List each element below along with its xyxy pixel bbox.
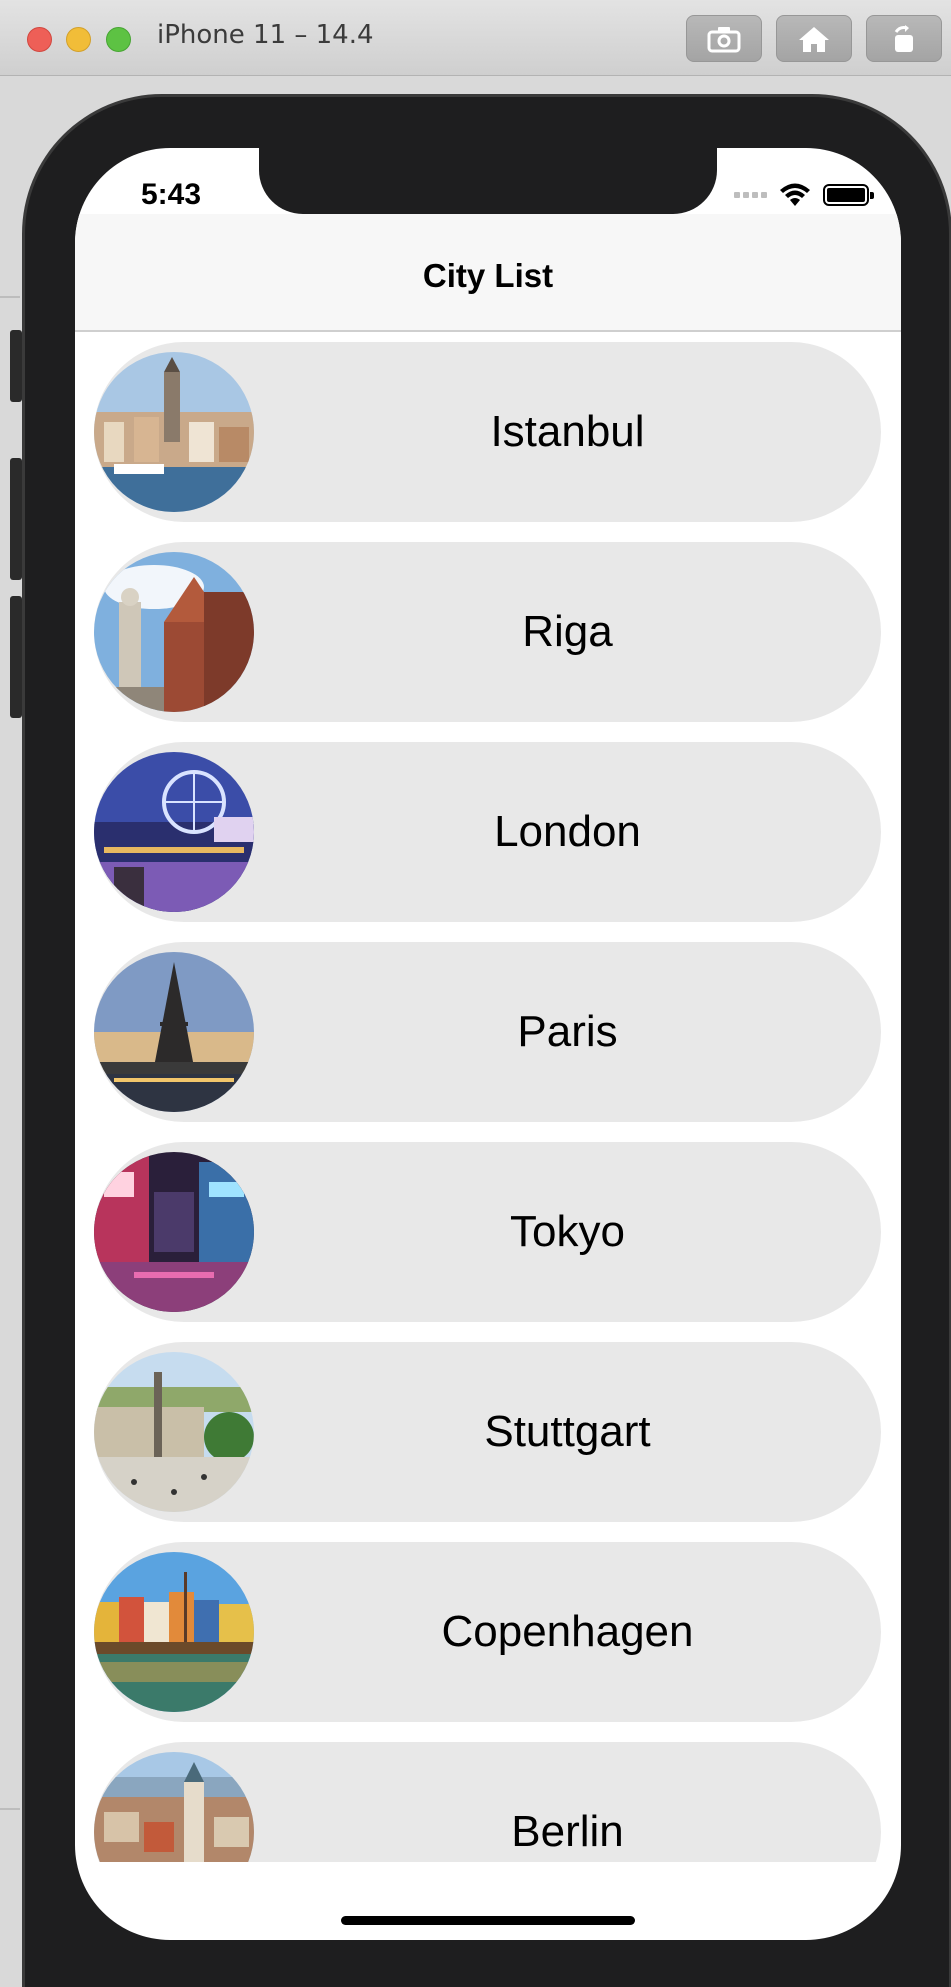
simulator-titlebar: iPhone 11 – 14.4 (0, 0, 951, 76)
berlin-photo (94, 1752, 254, 1862)
city-name: Stuttgart (484, 1407, 651, 1456)
status-time: 5:43 (141, 178, 202, 211)
home-button[interactable] (776, 15, 852, 62)
city-row-paris[interactable]: Paris (94, 942, 881, 1122)
london-photo (94, 752, 254, 912)
stuttgart-photo (94, 1352, 254, 1512)
close-window-button[interactable] (27, 27, 52, 52)
copenhagen-photo (94, 1552, 254, 1712)
city-row-stuttgart[interactable]: Stuttgart (94, 1342, 881, 1522)
rotate-icon (894, 24, 913, 52)
screenshot-button[interactable] (686, 15, 762, 62)
city-name: London (494, 807, 641, 856)
riga-photo (94, 552, 254, 712)
city-name: Paris (517, 1007, 618, 1056)
paris-photo (94, 952, 254, 1112)
cellular-signal-icon (734, 192, 767, 198)
city-row-copenhagen[interactable]: Copenhagen (94, 1542, 881, 1722)
city-row-london[interactable]: London (94, 742, 881, 922)
city-name: Riga (522, 607, 613, 656)
zoom-window-button[interactable] (106, 27, 131, 52)
city-row-istanbul[interactable]: Istanbul (94, 342, 881, 522)
city-name: Tokyo (510, 1207, 625, 1256)
city-row-riga[interactable]: Riga (94, 542, 881, 722)
camera-icon (707, 26, 741, 52)
volume-up-button (10, 458, 22, 580)
silent-switch (10, 330, 22, 402)
city-name: Berlin (511, 1807, 624, 1856)
city-name: Istanbul (490, 407, 645, 456)
istanbul-photo (94, 352, 254, 512)
device-screen: 5:43 City List Istanbul Riga London Pari… (75, 148, 901, 1940)
minimize-window-button[interactable] (66, 27, 91, 52)
tokyo-photo (94, 1152, 254, 1312)
background-divider (0, 296, 20, 298)
wifi-icon (780, 183, 810, 206)
notch (259, 148, 717, 214)
city-row-berlin[interactable]: Berlin (94, 1742, 881, 1862)
background-divider (0, 1808, 20, 1810)
home-indicator[interactable] (341, 1916, 635, 1925)
window-title: iPhone 11 – 14.4 (157, 20, 374, 50)
navigation-bar: City List (75, 214, 901, 332)
city-list[interactable]: Istanbul Riga London Paris Tokyo Stuttga… (75, 332, 901, 1862)
city-name: Copenhagen (441, 1607, 694, 1656)
volume-down-button (10, 596, 22, 718)
home-icon (799, 26, 829, 52)
city-row-tokyo[interactable]: Tokyo (94, 1142, 881, 1322)
rotate-button[interactable] (866, 15, 942, 62)
nav-title: City List (422, 257, 554, 294)
battery-icon (823, 184, 874, 206)
status-icons (734, 182, 874, 208)
